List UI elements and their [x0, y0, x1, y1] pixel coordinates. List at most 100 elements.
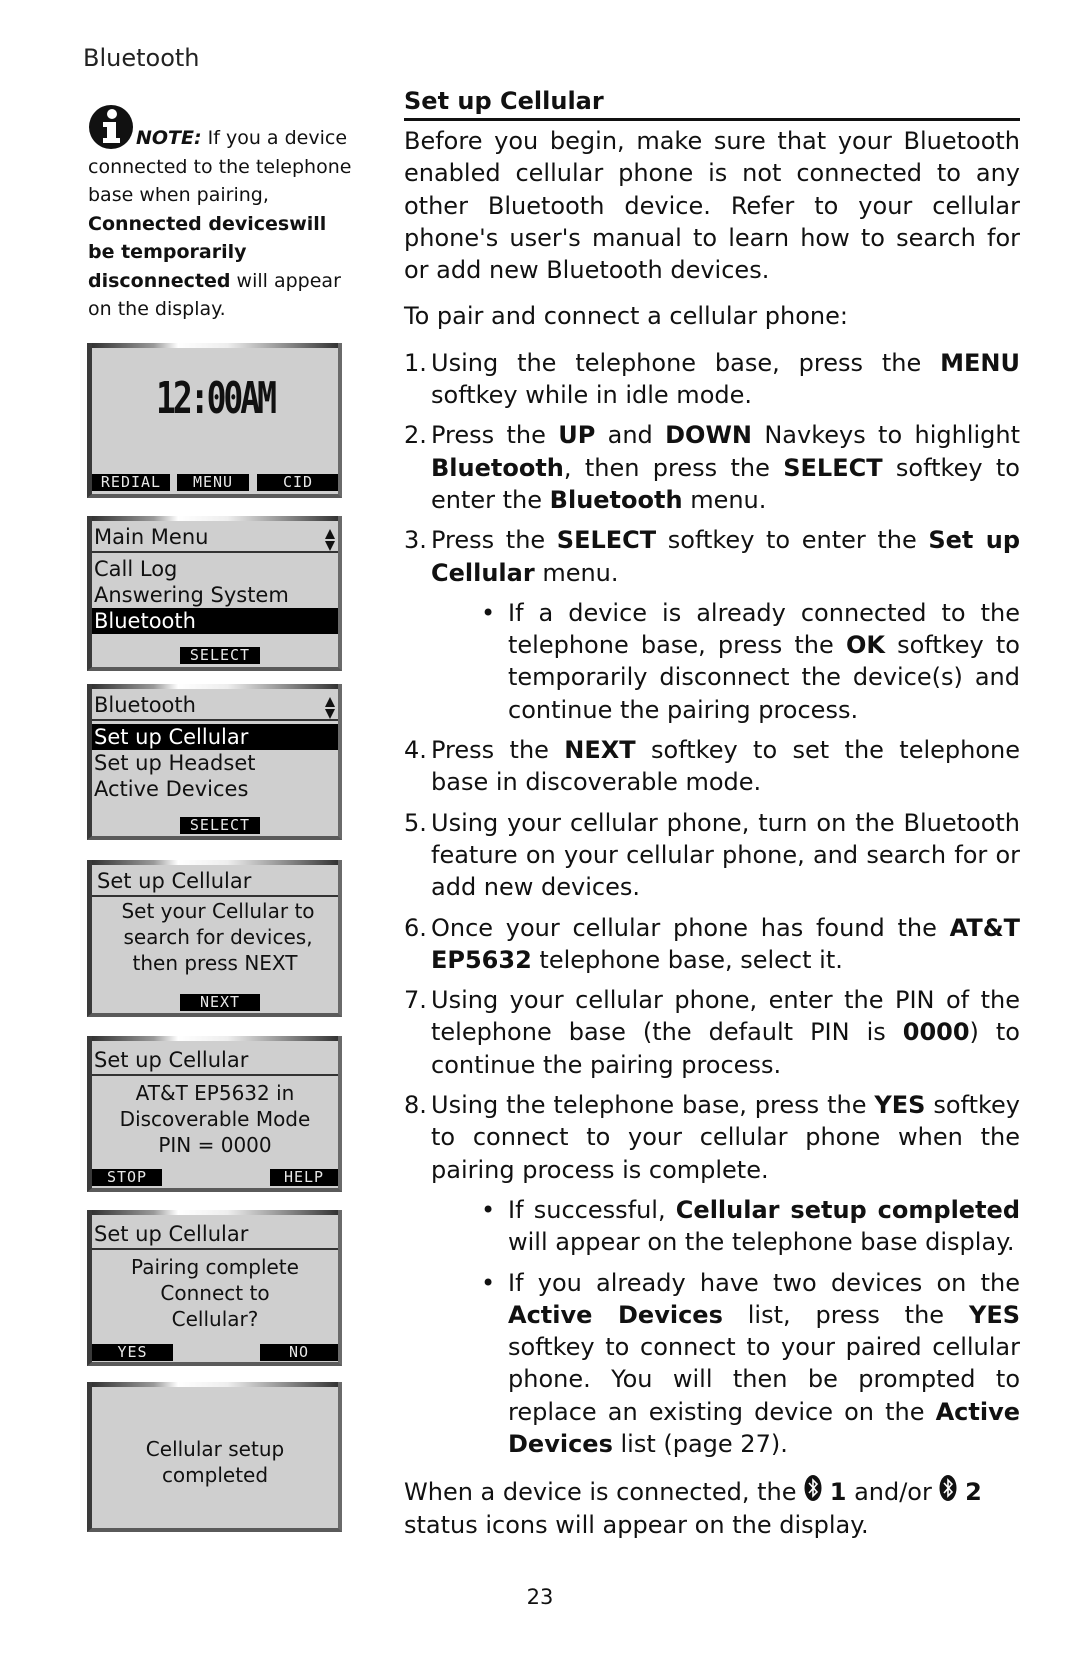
- screen-title: Set up Cellular: [92, 867, 338, 897]
- screen-title: Bluetooth: [92, 691, 338, 721]
- step-item: 1. Using the telephone base, press the ME…: [404, 347, 1020, 412]
- note-block: NOTE: If you a device connected to the t…: [88, 104, 356, 324]
- step-text: Press the: [431, 736, 565, 765]
- step-text: and: [595, 421, 666, 450]
- step-number: 2.: [404, 421, 427, 450]
- emphasis-text: NEXT: [564, 736, 636, 765]
- emphasis-text: MENU: [940, 348, 1020, 377]
- bullet-list: If successful, Cellular setup completed …: [431, 1194, 1020, 1460]
- help-softkey[interactable]: HELP: [270, 1169, 338, 1186]
- step-text: Press the: [431, 421, 559, 450]
- page-number: 23: [526, 1585, 554, 1609]
- menu-item-call-log[interactable]: Call Log: [92, 556, 338, 582]
- screen-line: search for devices,: [123, 925, 313, 949]
- discoverable-screen: Set up Cellular AT&T EP5632 in Discovera…: [87, 1036, 342, 1192]
- screen-line: Pairing complete: [131, 1255, 299, 1279]
- bullet-item: If you already have two devices on the A…: [431, 1267, 1020, 1461]
- yes-softkey[interactable]: YES: [92, 1344, 173, 1361]
- step-item: 8. Using the telephone base, press the YE…: [404, 1089, 1020, 1460]
- screen-line: PIN = 0000: [158, 1133, 272, 1157]
- emphasis-text: SELECT: [783, 453, 883, 482]
- step-text: menu.: [682, 485, 767, 514]
- step-item: 4. Press the NEXT softkey to set the tele…: [404, 734, 1020, 799]
- step-text: Press the: [431, 526, 557, 555]
- emphasis-text: SELECT: [556, 526, 657, 555]
- step-item: 2. Press the UP and DOWN Navkeys to highl…: [404, 419, 1020, 516]
- main-content: Set up Cellular Before you begin, make s…: [404, 86, 1020, 1541]
- section-heading: Set up Cellular: [404, 86, 1020, 121]
- next-softkey[interactable]: NEXT: [180, 994, 260, 1011]
- menu-item-answering-system[interactable]: Answering System: [92, 582, 338, 608]
- setup-completed-screen: Cellular setup completed: [87, 1382, 342, 1532]
- step-text: If you already have two devices on the: [508, 1268, 1020, 1297]
- emphasis-text: OK: [845, 631, 885, 660]
- emphasis-text: Cellular setup completed: [675, 1195, 1020, 1224]
- menu-item-active-devices[interactable]: Active Devices: [92, 776, 338, 802]
- steps-list: 1. Using the telephone base, press the ME…: [404, 347, 1020, 1461]
- step-text: list (page 27).: [612, 1429, 788, 1458]
- emphasis-text: Active Devices: [508, 1300, 723, 1329]
- screen-line: Cellular?: [171, 1307, 259, 1331]
- clock-display: 12:00AM: [155, 373, 277, 424]
- setup-search-screen: Set up Cellular Set your Cellular to sea…: [87, 860, 342, 1017]
- bluetooth-icon: [804, 1475, 822, 1502]
- step-item: 7. Using your cellular phone, enter the P…: [404, 984, 1020, 1081]
- emphasis-text: UP: [558, 421, 596, 450]
- redial-softkey[interactable]: REDIAL: [92, 474, 170, 491]
- screen-line: then press NEXT: [132, 951, 298, 975]
- lead-paragraph: To pair and connect a cellular phone:: [404, 302, 848, 331]
- up-down-arrow-icon: [325, 697, 335, 719]
- emphasis-text: 0000: [902, 1018, 970, 1047]
- bullet-item: If a device is already connected to the …: [431, 597, 1020, 726]
- screen-title: Main Menu: [92, 523, 338, 553]
- step-number: 4.: [404, 736, 427, 765]
- menu-item-set-up-headset[interactable]: Set up Headset: [92, 750, 338, 776]
- step-number: 1.: [404, 348, 427, 377]
- emphasis-text: DOWN: [665, 421, 753, 450]
- step-number: 6.: [404, 913, 427, 942]
- step-text: If successful,: [508, 1195, 676, 1224]
- device-2-label: 2: [965, 1478, 982, 1507]
- screen-line: Connect to: [160, 1281, 270, 1305]
- select-softkey[interactable]: SELECT: [180, 647, 260, 664]
- idle-screen: 12:00AM REDIAL MENU CID: [87, 343, 342, 498]
- step-text: telephone base, select it.: [531, 945, 843, 974]
- select-softkey[interactable]: SELECT: [180, 817, 260, 834]
- closing-paragraph: When a device is connected, the 1 and/or…: [404, 1474, 1020, 1541]
- step-number: 3.: [404, 526, 427, 555]
- screen-line: Discoverable Mode: [119, 1107, 311, 1131]
- step-number: 8.: [404, 1091, 427, 1120]
- step-text: Navkeys to highlight: [752, 421, 1020, 450]
- step-text: Using your cellular phone, turn on the B…: [431, 808, 1020, 902]
- bullet-list: If a device is already connected to the …: [431, 597, 1020, 726]
- step-text: softkey while in idle mode.: [431, 381, 752, 410]
- pairing-complete-screen: Set up Cellular Pairing complete Connect…: [87, 1210, 342, 1366]
- emphasis-text: Bluetooth: [431, 453, 564, 482]
- emphasis-text: Bluetooth: [549, 485, 683, 514]
- bluetooth-menu-screen: Bluetooth Set up Cellular Set up Headset…: [87, 684, 342, 840]
- step-number: 5.: [404, 808, 427, 837]
- menu-softkey[interactable]: MENU: [177, 474, 249, 491]
- menu-item-set-up-cellular[interactable]: Set up Cellular: [92, 724, 338, 750]
- emphasis-text: YES: [968, 1300, 1020, 1329]
- step-text: menu.: [534, 558, 619, 587]
- menu-item-bluetooth[interactable]: Bluetooth: [92, 608, 338, 634]
- stop-softkey[interactable]: STOP: [92, 1169, 162, 1186]
- section-label: Bluetooth: [83, 44, 200, 72]
- no-softkey[interactable]: NO: [260, 1344, 338, 1361]
- cid-softkey[interactable]: CID: [257, 474, 338, 491]
- step-text: softkey to enter the: [656, 526, 929, 555]
- up-down-arrow-icon: [325, 529, 335, 551]
- info-icon: [88, 104, 134, 150]
- intro-paragraph: Before you begin, make sure that your Bl…: [404, 127, 1020, 285]
- step-text: list, press the: [722, 1300, 969, 1329]
- bullet-item: If successful, Cellular setup completed …: [431, 1194, 1020, 1259]
- note-label: NOTE:: [136, 127, 202, 149]
- step-item: 5. Using your cellular phone, turn on the…: [404, 807, 1020, 904]
- screen-title: Set up Cellular: [92, 1220, 338, 1250]
- screen-title: Set up Cellular: [92, 1046, 338, 1076]
- emphasis-text: YES: [874, 1091, 926, 1120]
- screen-line: Set your Cellular to: [121, 899, 315, 923]
- screen-line: Cellular setup: [145, 1437, 285, 1461]
- step-text: Using the telephone base, press the: [431, 348, 941, 377]
